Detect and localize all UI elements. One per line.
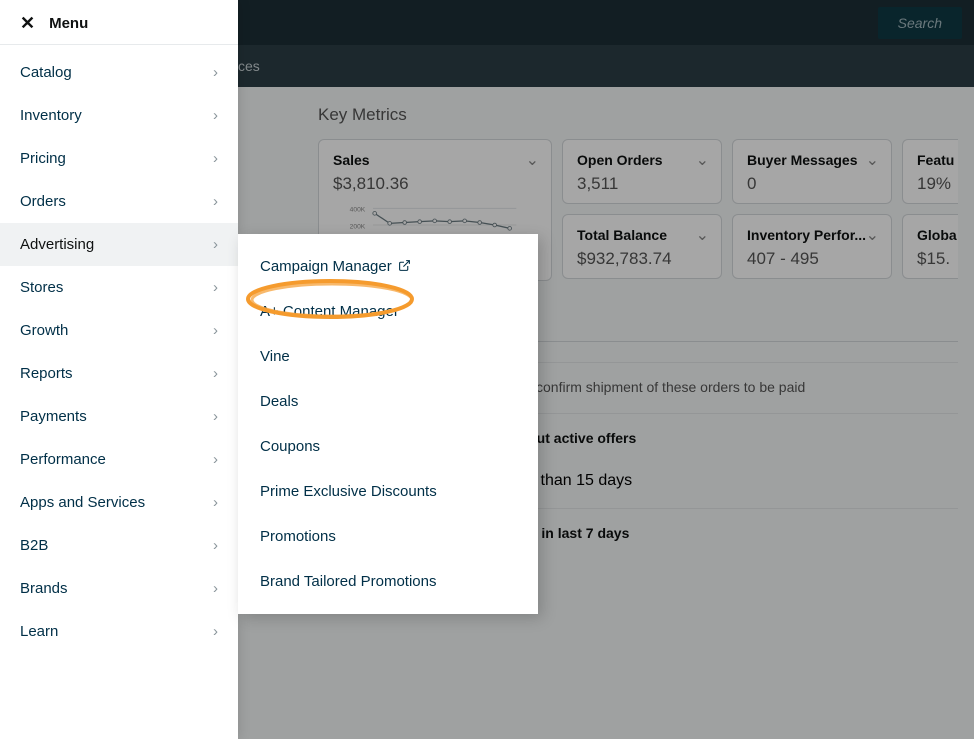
sidebar-item-pricing[interactable]: Pricing › bbox=[0, 137, 238, 180]
sidebar-item-label: Performance bbox=[20, 451, 106, 468]
chevron-right-icon: › bbox=[213, 236, 218, 253]
sidebar-item-brands[interactable]: Brands › bbox=[0, 567, 238, 610]
submenu-item-label: Promotions bbox=[260, 528, 336, 545]
chevron-right-icon: › bbox=[213, 322, 218, 339]
submenu-item-a-plus-content-manager[interactable]: A+ Content Manager bbox=[238, 289, 538, 334]
sidebar-item-label: Apps and Services bbox=[20, 494, 145, 511]
chevron-right-icon: › bbox=[213, 623, 218, 640]
sidebar-item-label: Stores bbox=[20, 279, 63, 296]
menu-list: Catalog › Inventory › Pricing › Orders › Adv… bbox=[0, 51, 238, 653]
submenu-item-label: Coupons bbox=[260, 438, 320, 455]
sidebar-item-inventory[interactable]: Inventory › bbox=[0, 94, 238, 137]
chevron-right-icon: › bbox=[213, 193, 218, 210]
sidebar-item-payments[interactable]: Payments › bbox=[0, 395, 238, 438]
chevron-right-icon: › bbox=[213, 279, 218, 296]
menu-header: ✕ Menu bbox=[0, 0, 238, 44]
sidebar-item-performance[interactable]: Performance › bbox=[0, 438, 238, 481]
sidebar-item-stores[interactable]: Stores › bbox=[0, 266, 238, 309]
chevron-right-icon: › bbox=[213, 580, 218, 597]
sidebar-item-label: Brands bbox=[20, 580, 68, 597]
submenu-item-vine[interactable]: Vine bbox=[238, 334, 538, 379]
advertising-submenu: Campaign Manager A+ Content Manager Vine… bbox=[238, 234, 538, 614]
submenu-item-campaign-manager[interactable]: Campaign Manager bbox=[238, 244, 538, 289]
submenu-item-deals[interactable]: Deals bbox=[238, 379, 538, 424]
sidebar-item-learn[interactable]: Learn › bbox=[0, 610, 238, 653]
sidebar-item-apps-services[interactable]: Apps and Services › bbox=[0, 481, 238, 524]
chevron-right-icon: › bbox=[213, 537, 218, 554]
sidebar-item-label: Orders bbox=[20, 193, 66, 210]
sidebar-item-label: B2B bbox=[20, 537, 48, 554]
submenu-item-label: Campaign Manager bbox=[260, 258, 392, 275]
submenu-item-promotions[interactable]: Promotions bbox=[238, 514, 538, 559]
submenu-item-label: A+ Content Manager bbox=[260, 303, 399, 320]
sidebar-item-label: Growth bbox=[20, 322, 68, 339]
sidebar-item-reports[interactable]: Reports › bbox=[0, 352, 238, 395]
chevron-right-icon: › bbox=[213, 150, 218, 167]
chevron-right-icon: › bbox=[213, 408, 218, 425]
submenu-item-prime-exclusive-discounts[interactable]: Prime Exclusive Discounts bbox=[238, 469, 538, 514]
main-menu-sidebar: ✕ Menu Catalog › Inventory › Pricing › Orde… bbox=[0, 0, 238, 739]
sidebar-item-advertising[interactable]: Advertising › bbox=[0, 223, 238, 266]
close-icon[interactable]: ✕ bbox=[20, 14, 35, 32]
sidebar-item-label: Advertising bbox=[20, 236, 94, 253]
sidebar-item-label: Learn bbox=[20, 623, 58, 640]
sidebar-item-label: Inventory bbox=[20, 107, 82, 124]
submenu-item-label: Deals bbox=[260, 393, 298, 410]
external-link-icon bbox=[398, 259, 411, 275]
submenu-item-brand-tailored-promotions[interactable]: Brand Tailored Promotions bbox=[238, 559, 538, 604]
submenu-item-label: Vine bbox=[260, 348, 290, 365]
sidebar-item-label: Reports bbox=[20, 365, 73, 382]
chevron-right-icon: › bbox=[213, 64, 218, 81]
chevron-right-icon: › bbox=[213, 451, 218, 468]
sidebar-item-catalog[interactable]: Catalog › bbox=[0, 51, 238, 94]
chevron-right-icon: › bbox=[213, 107, 218, 124]
sidebar-item-label: Catalog bbox=[20, 64, 72, 81]
sidebar-item-label: Pricing bbox=[20, 150, 66, 167]
submenu-item-coupons[interactable]: Coupons bbox=[238, 424, 538, 469]
menu-title: Menu bbox=[49, 15, 88, 32]
chevron-right-icon: › bbox=[213, 494, 218, 511]
sidebar-item-b2b[interactable]: B2B › bbox=[0, 524, 238, 567]
sidebar-item-orders[interactable]: Orders › bbox=[0, 180, 238, 223]
chevron-right-icon: › bbox=[213, 365, 218, 382]
sidebar-item-label: Payments bbox=[20, 408, 87, 425]
sidebar-item-growth[interactable]: Growth › bbox=[0, 309, 238, 352]
divider bbox=[0, 44, 238, 45]
submenu-item-label: Prime Exclusive Discounts bbox=[260, 483, 437, 500]
submenu-item-label: Brand Tailored Promotions bbox=[260, 573, 436, 590]
